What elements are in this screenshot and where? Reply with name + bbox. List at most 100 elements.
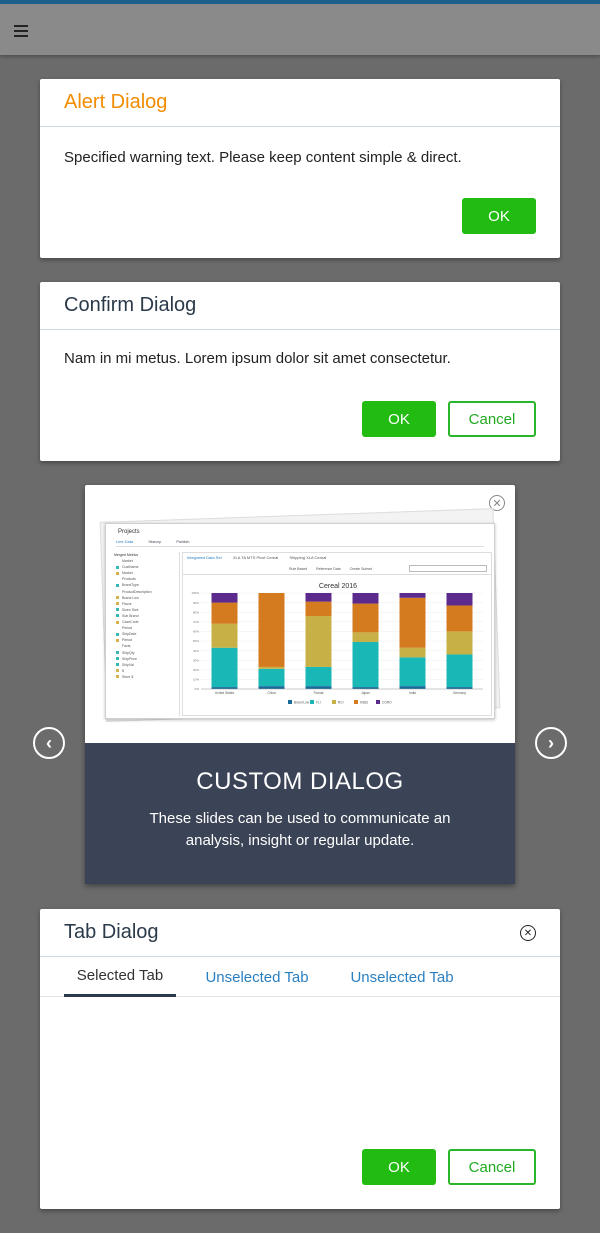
y-tick-label: 20% xyxy=(193,668,199,672)
bar-segment xyxy=(446,654,473,688)
bar-segment xyxy=(352,632,379,642)
legend-swatch xyxy=(354,700,358,704)
preview-tool: Create Subset xyxy=(349,567,372,571)
x-tick-label: India xyxy=(409,691,416,695)
cancel-button[interactable]: Cancel xyxy=(448,1149,536,1185)
preview-search-input xyxy=(409,565,487,572)
bar-segment xyxy=(446,631,473,655)
ok-button[interactable]: OK xyxy=(462,198,536,234)
chevron-right-circle-icon[interactable]: › xyxy=(535,727,567,759)
tab-dialog-title: Tab Dialog xyxy=(64,921,159,943)
chart-title: Cereal 2016 xyxy=(319,583,357,590)
y-tick-label: 50% xyxy=(193,639,199,643)
alert-dialog-message: Specified warning text. Please keep cont… xyxy=(64,149,462,166)
legend-label: KSB2 xyxy=(360,701,368,705)
bar-segment xyxy=(399,647,426,658)
legend-label: CORO xyxy=(382,701,392,705)
bar-segment xyxy=(352,593,379,604)
preview-view-tabs: Integrated Data Set XLA TA MTS Pivot Cer… xyxy=(187,555,336,560)
bar-segment xyxy=(305,686,332,689)
preview-view-tab: Shipping XLA Cereal xyxy=(289,555,327,560)
bar-segment xyxy=(211,623,238,648)
preview-main-panel: Integrated Data Set XLA TA MTS Pivot Cer… xyxy=(182,552,492,716)
legend-swatch xyxy=(376,700,380,704)
tab-dialog-header: Tab Dialog ✕ xyxy=(40,909,560,957)
y-tick-label: 30% xyxy=(193,658,199,662)
preview-tool: Rule Based xyxy=(289,567,308,571)
bar-segment xyxy=(258,668,285,687)
bar-segment xyxy=(399,657,426,687)
preview-tool: Reference Data xyxy=(316,567,341,571)
tab-unselected[interactable]: Unselected Tab xyxy=(339,957,465,997)
preview-sidebar: Merged Metrics Market CustName Market Pr… xyxy=(112,552,180,716)
bar-segment xyxy=(258,666,285,669)
y-tick-label: 60% xyxy=(193,630,199,634)
ok-button[interactable]: OK xyxy=(362,1149,436,1185)
bar-segment xyxy=(258,686,285,689)
tab-dialog: Tab Dialog ✕ Selected Tab Unselected Tab… xyxy=(40,909,560,1209)
preview-screenshot: Projects Line Data History Publish Merge… xyxy=(105,523,495,719)
bar-segment xyxy=(446,593,473,606)
bar-segment xyxy=(399,597,426,648)
y-tick-label: 70% xyxy=(193,620,199,624)
preview-toolbar: Integrated Data Set XLA TA MTS Pivot Cer… xyxy=(183,553,491,575)
tab-bar: Selected Tab Unselected Tab Unselected T… xyxy=(40,957,560,997)
chevron-left-circle-icon[interactable]: ‹ xyxy=(33,727,65,759)
cancel-button[interactable]: Cancel xyxy=(448,401,536,437)
alert-dialog-title: Alert Dialog xyxy=(40,79,560,127)
preview-tab: Publish xyxy=(176,539,190,544)
confirm-dialog-message: Nam in mi metus. Lorem ipsum dolor sit a… xyxy=(64,350,451,367)
close-circle-icon[interactable]: ✕ xyxy=(520,925,536,941)
custom-dialog: ✕ Projects Line Data History Publish Mer… xyxy=(85,485,515,884)
confirm-dialog: Confirm Dialog Nam in mi metus. Lorem ip… xyxy=(40,282,560,461)
legend-swatch xyxy=(310,700,314,704)
custom-dialog-heading: CUSTOM DIALOG xyxy=(196,768,404,795)
preview-tab: History xyxy=(148,539,161,544)
tab-selected[interactable]: Selected Tab xyxy=(64,957,176,997)
x-tick-label: United States xyxy=(215,691,235,695)
y-tick-label: 80% xyxy=(193,610,199,614)
ok-button[interactable]: OK xyxy=(362,401,436,437)
bar-segment xyxy=(352,641,379,688)
custom-dialog-text: These slides can be used to communicate … xyxy=(149,810,451,849)
preview-project-label: Projects xyxy=(118,529,140,535)
bar-segment xyxy=(399,593,426,598)
preview-tools: Rule Based Reference Data Create Subset xyxy=(187,567,380,571)
bar-segment xyxy=(305,666,332,687)
bar-segment xyxy=(305,593,332,602)
x-tick-label: China xyxy=(267,691,276,695)
x-tick-label: Germany xyxy=(453,691,467,695)
confirm-dialog-title: Confirm Dialog xyxy=(40,282,560,330)
y-tick-label: 40% xyxy=(193,649,199,653)
preview-view-tab: Integrated Data Set xyxy=(187,555,222,560)
bar-segment xyxy=(211,647,238,688)
y-tick-label: 100% xyxy=(191,591,199,595)
custom-dialog-footer: CUSTOM DIALOG These slides can be used t… xyxy=(85,743,515,884)
y-tick-label: 10% xyxy=(193,678,199,682)
bar-segment xyxy=(305,601,332,617)
y-tick-label: 0% xyxy=(195,687,200,691)
x-tick-label: Japan xyxy=(361,691,370,695)
y-tick-label: 90% xyxy=(193,601,199,605)
preview-sidebar-item: Store $ xyxy=(112,674,179,680)
preview-chart: Cereal 2016 0% 10% 20% 30% 40% 50% 60% 70% 80% 90%… xyxy=(191,583,483,705)
bar-segment xyxy=(258,593,285,667)
tab-unselected[interactable]: Unselected Tab xyxy=(194,957,320,997)
preview-tab: Line Data xyxy=(116,539,134,544)
bar-segment xyxy=(352,603,379,633)
preview-view-tab: XLA TA MTS Pivot Cereal xyxy=(232,555,279,560)
legend-swatch xyxy=(288,700,292,704)
legend-label: Brand Low xyxy=(294,701,310,705)
x-tick-label: Florida xyxy=(314,691,324,695)
legend-label: RCI xyxy=(338,701,344,705)
top-app-bar xyxy=(0,0,600,55)
alert-dialog: Alert Dialog Specified warning text. Ple… xyxy=(40,79,560,258)
bar-segment xyxy=(399,686,426,689)
hamburger-icon[interactable] xyxy=(14,25,28,37)
legend-label: FLI xyxy=(316,701,321,705)
bar-segment xyxy=(305,616,332,667)
preview-tabs: Line Data History Publish xyxy=(116,539,484,547)
bar-segment xyxy=(211,602,238,624)
legend-swatch xyxy=(332,700,336,704)
bar-segment xyxy=(211,593,238,603)
